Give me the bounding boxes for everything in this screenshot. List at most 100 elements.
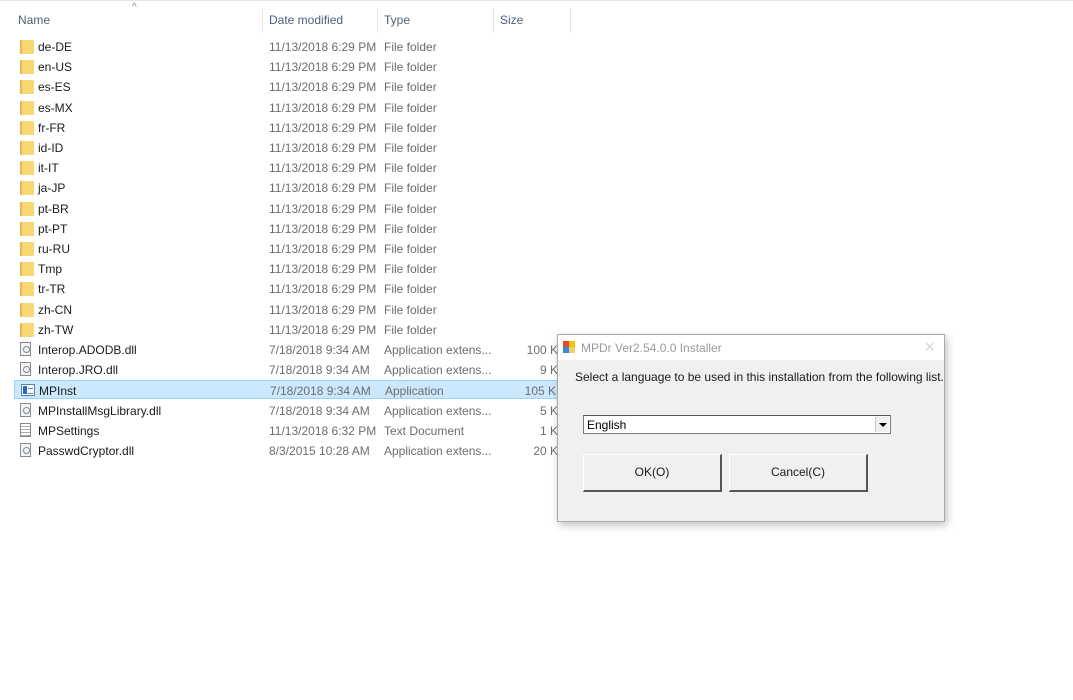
folder-icon <box>20 40 34 54</box>
file-date-modified: 11/13/2018 6:29 PM <box>269 141 377 155</box>
file-name: de-DE <box>38 40 73 54</box>
ok-button[interactable]: OK(O) <box>583 454 722 492</box>
file-date-modified: 7/18/2018 9:34 AM <box>269 343 370 357</box>
file-row[interactable]: it-IT 11/13/2018 6:29 PM File folder <box>14 158 560 178</box>
file-row[interactable]: es-MX 11/13/2018 6:29 PM File folder <box>14 98 560 118</box>
column-header-date-modified[interactable]: Date modified <box>269 13 343 27</box>
file-name: MPInstallMsgLibrary.dll <box>38 403 162 418</box>
file-row[interactable]: id-ID 11/13/2018 6:29 PM File folder <box>14 138 560 158</box>
installer-dialog: MPDr Ver2.54.0.0 Installer ✕ Select a la… <box>557 334 945 522</box>
file-row[interactable]: Interop.JRO.dll 7/18/2018 9:34 AM Applicat… <box>14 360 560 380</box>
file-type: Text Document <box>384 423 465 438</box>
file-name: id-ID <box>38 141 64 155</box>
file-size: 20 K <box>533 444 558 458</box>
file-type: File folder <box>384 40 437 54</box>
language-select[interactable]: English <box>583 415 891 434</box>
file-type: Application extens... <box>384 343 492 357</box>
dll-icon <box>20 402 31 417</box>
folder-icon <box>20 322 34 337</box>
application-icon <box>21 384 35 397</box>
file-row[interactable]: tr-TR 11/13/2018 6:29 PM File folder <box>14 279 560 299</box>
file-type: File folder <box>384 100 437 115</box>
file-name: es-ES <box>38 80 71 95</box>
file-date-modified: 11/13/2018 6:29 PM <box>269 201 377 216</box>
file-name: Interop.JRO.dll <box>38 363 119 378</box>
close-icon[interactable]: ✕ <box>923 338 936 356</box>
folder-icon <box>20 120 34 135</box>
folder-icon <box>20 282 34 297</box>
file-size: 1 K <box>539 423 558 438</box>
file-size: 9 K <box>539 363 558 378</box>
folder-icon <box>20 60 34 75</box>
file-row[interactable]: en-US 11/13/2018 6:29 PM File folder <box>14 57 560 77</box>
file-date-modified: 11/13/2018 6:29 PM <box>269 60 377 75</box>
dropdown-arrow-icon[interactable] <box>875 417 889 432</box>
file-date-modified: 11/13/2018 6:29 PM <box>269 262 377 277</box>
file-name: it-IT <box>38 161 59 176</box>
file-row[interactable]: Interop.ADODB.dll 7/18/2018 9:34 AM Applic… <box>14 340 560 360</box>
dll-icon <box>20 362 31 377</box>
folder-icon <box>20 161 34 176</box>
file-date-modified: 11/13/2018 6:29 PM <box>269 181 377 196</box>
file-date-modified: 11/13/2018 6:32 PM <box>269 423 377 438</box>
dialog-title: MPDr Ver2.54.0.0 Installer <box>581 341 722 355</box>
file-row[interactable]: pt-PT 11/13/2018 6:29 PM File folder <box>14 219 560 239</box>
file-date-modified: 11/13/2018 6:29 PM <box>269 242 377 256</box>
file-row[interactable]: zh-TW 11/13/2018 6:29 PM File folder <box>14 320 560 340</box>
column-divider[interactable] <box>570 8 571 33</box>
folder-icon <box>20 302 34 317</box>
file-type: File folder <box>384 262 437 277</box>
file-type: Application extens... <box>384 363 492 378</box>
file-row[interactable]: es-ES 11/13/2018 6:29 PM File folder <box>14 77 560 97</box>
file-date-modified: 11/13/2018 6:29 PM <box>269 161 377 176</box>
file-row[interactable]: ru-RU 11/13/2018 6:29 PM File folder <box>14 239 560 259</box>
folder-icon <box>20 221 34 236</box>
text-document-icon <box>20 422 31 437</box>
column-header-size[interactable]: Size <box>500 13 523 27</box>
column-header-type[interactable]: Type <box>384 13 410 27</box>
file-row[interactable]: ja-JP 11/13/2018 6:29 PM File folder <box>14 178 560 198</box>
file-date-modified: 8/3/2015 10:28 AM <box>269 444 370 458</box>
file-name: PasswdCryptor.dll <box>38 444 135 458</box>
file-row[interactable]: PasswdCryptor.dll 8/3/2015 10:28 AM Applic… <box>14 441 560 461</box>
file-row[interactable]: MPInstallMsgLibrary.dll 7/18/2018 9:34 AM… <box>14 401 560 421</box>
file-row[interactable]: de-DE 11/13/2018 6:29 PM File folder <box>14 37 560 57</box>
file-date-modified: 11/13/2018 6:29 PM <box>269 282 377 297</box>
file-date-modified: 11/13/2018 6:29 PM <box>269 40 377 54</box>
file-name: en-US <box>38 60 73 75</box>
file-row[interactable]: Tmp 11/13/2018 6:29 PM File folder <box>14 259 560 279</box>
cancel-button[interactable]: Cancel(C) <box>729 454 868 492</box>
file-type: File folder <box>384 120 437 135</box>
file-type: Application extens... <box>384 444 492 458</box>
column-divider[interactable] <box>262 8 263 33</box>
file-name: pt-PT <box>38 221 68 236</box>
file-date-modified: 7/18/2018 9:34 AM <box>270 384 371 399</box>
file-type: Application <box>385 384 444 399</box>
dialog-titlebar[interactable]: MPDr Ver2.54.0.0 Installer ✕ <box>558 335 944 360</box>
file-size: 5 K <box>539 403 558 418</box>
file-type: File folder <box>384 322 437 337</box>
file-row[interactable]: zh-CN 11/13/2018 6:29 PM File folder <box>14 300 560 320</box>
file-name: ja-JP <box>38 181 66 196</box>
file-type: File folder <box>384 161 437 176</box>
file-row[interactable]: pt-BR 11/13/2018 6:29 PM File folder <box>14 199 560 219</box>
file-name: MPSettings <box>38 423 100 438</box>
installer-app-icon <box>563 341 576 354</box>
column-header-name[interactable]: Name <box>18 13 50 27</box>
file-name: Interop.ADODB.dll <box>38 343 137 357</box>
file-row[interactable]: MPSettings 11/13/2018 6:32 PM Text Documen… <box>14 421 560 441</box>
column-divider[interactable] <box>377 8 378 33</box>
file-date-modified: 11/13/2018 6:29 PM <box>269 302 377 317</box>
folder-icon <box>20 181 34 196</box>
file-name: fr-FR <box>38 120 66 135</box>
file-type: File folder <box>384 282 437 297</box>
file-row[interactable]: fr-FR 11/13/2018 6:29 PM File folder <box>14 118 560 138</box>
file-date-modified: 7/18/2018 9:34 AM <box>269 403 370 418</box>
column-header-bar: ^ Name Date modified Type Size <box>0 0 572 38</box>
file-date-modified: 11/13/2018 6:29 PM <box>269 120 377 135</box>
file-row[interactable]: MPInst 7/18/2018 9:34 AM Application 105 K <box>14 380 559 400</box>
file-size: 100 K <box>526 343 558 357</box>
folder-icon <box>20 80 34 95</box>
file-size: 105 K <box>524 384 556 399</box>
column-divider[interactable] <box>493 8 494 33</box>
